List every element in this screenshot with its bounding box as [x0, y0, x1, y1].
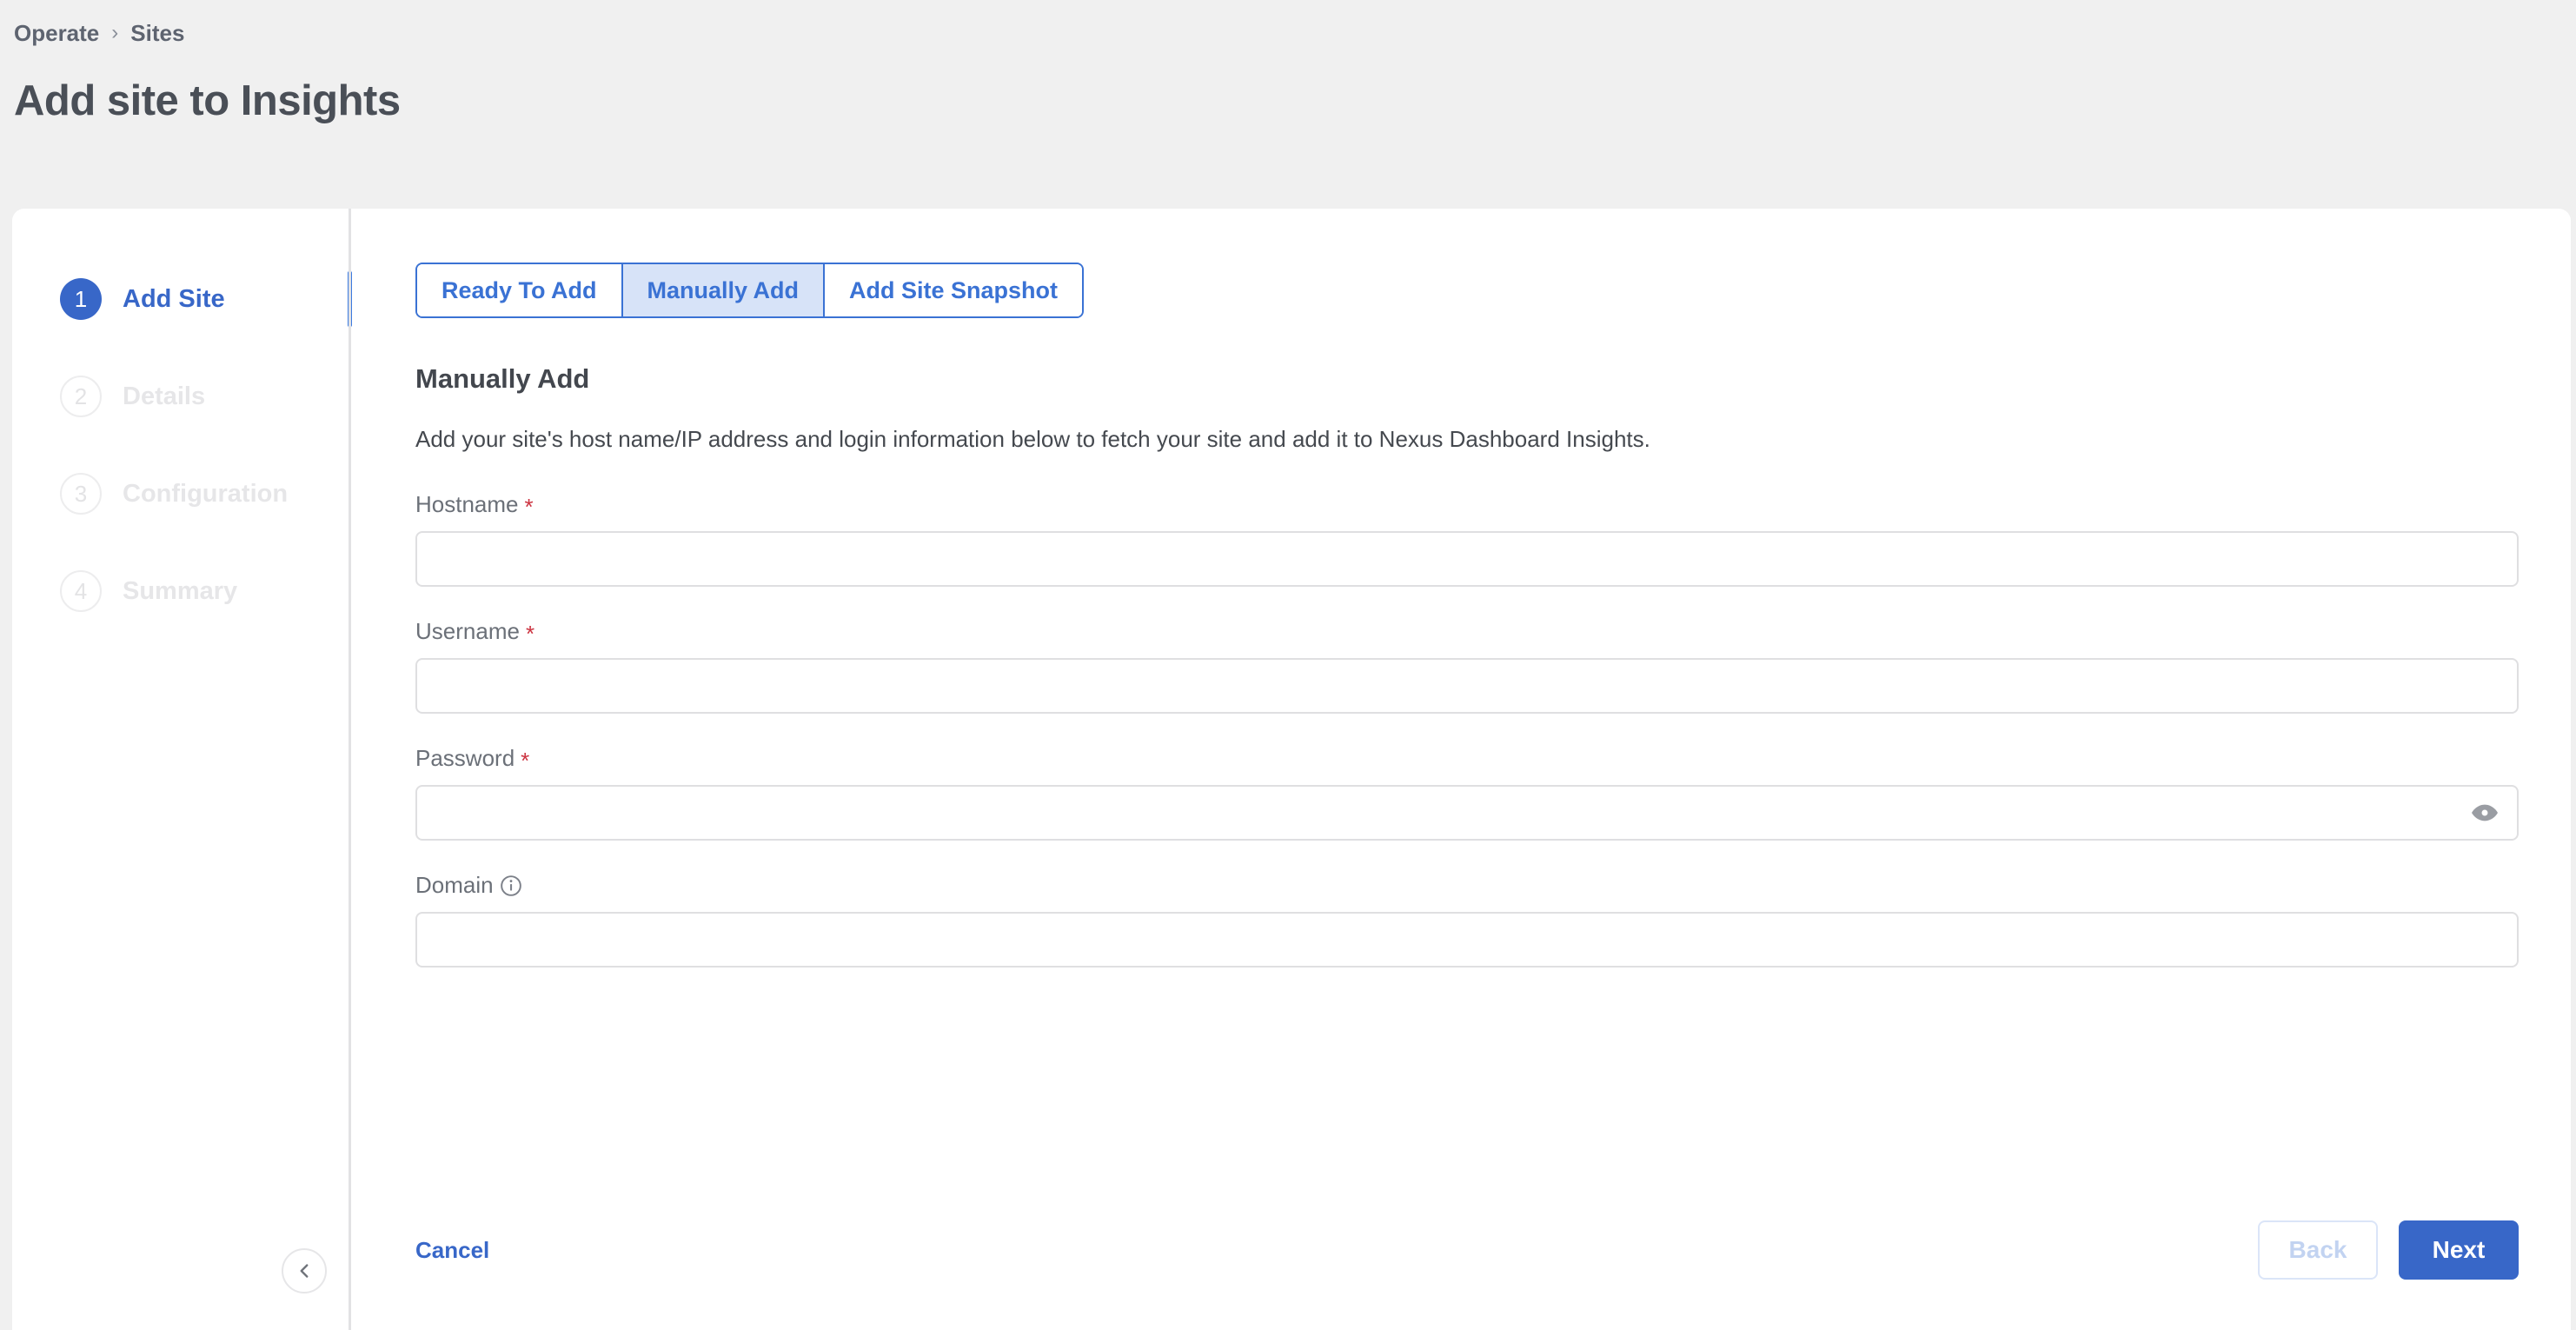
- domain-input[interactable]: [415, 912, 2519, 968]
- breadcrumb: Operate › Sites: [14, 17, 2576, 49]
- section-description: Add your site's host name/IP address and…: [415, 426, 1650, 452]
- username-input[interactable]: [415, 658, 2519, 714]
- sidebar-step-details[interactable]: 2 Details: [12, 365, 351, 428]
- add-method-tab-group: Ready To Add Manually Add Add Site Snaps…: [415, 263, 1085, 318]
- wizard-footer: Cancel Back Next: [351, 1208, 2571, 1330]
- label-password-text: Password: [415, 744, 515, 771]
- hostname-input[interactable]: [415, 531, 2519, 587]
- breadcrumb-item-sites[interactable]: Sites: [130, 20, 184, 47]
- breadcrumb-separator-icon: ›: [111, 21, 119, 44]
- chevron-left-icon: [300, 1264, 309, 1278]
- label-domain: Domain: [415, 870, 2519, 900]
- wizard-card: 1 Add Site 2 Details 3 Configuration 4 S…: [12, 209, 2571, 1330]
- label-username-text: Username: [415, 617, 520, 644]
- required-asterisk-hostname: *: [524, 494, 534, 520]
- step-number-badge-4: 4: [60, 570, 102, 612]
- label-password: Password *: [415, 743, 2519, 773]
- wizard-main-panel: Ready To Add Manually Add Add Site Snaps…: [351, 209, 2571, 1330]
- step-label-add-site: Add Site: [123, 284, 225, 313]
- sidebar-step-add-site[interactable]: 1 Add Site: [12, 268, 352, 330]
- page-header: Operate › Sites Add site to Insights: [0, 0, 2576, 125]
- tab-manually-add[interactable]: Manually Add: [622, 264, 826, 316]
- step-label-summary: Summary: [123, 576, 238, 605]
- sidebar-step-summary[interactable]: 4 Summary: [12, 560, 351, 622]
- cancel-button[interactable]: Cancel: [415, 1237, 489, 1264]
- step-spacer: [12, 330, 351, 365]
- required-asterisk-username: *: [525, 621, 535, 647]
- password-visibility-toggle-button[interactable]: [2470, 798, 2500, 828]
- manually-add-form: Hostname * Username * Password * Domain: [415, 489, 2519, 968]
- step-label-details: Details: [123, 382, 206, 410]
- step-number-badge-2: 2: [60, 376, 102, 417]
- sidebar-step-configuration[interactable]: 3 Configuration: [12, 462, 351, 525]
- info-circle-icon[interactable]: [500, 874, 522, 897]
- step-label-configuration: Configuration: [123, 479, 289, 508]
- label-hostname: Hostname *: [415, 489, 2519, 519]
- page-title: Add site to Insights: [14, 77, 401, 124]
- tab-ready-to-add[interactable]: Ready To Add: [417, 264, 623, 316]
- domain-input-wrapper: [415, 912, 2519, 968]
- step-spacer: [12, 428, 351, 462]
- tab-add-site-snapshot[interactable]: Add Site Snapshot: [825, 264, 1083, 316]
- next-button[interactable]: Next: [2399, 1220, 2519, 1280]
- field-password: Password *: [415, 743, 2519, 841]
- label-username: Username *: [415, 616, 2519, 646]
- eye-icon: [2472, 804, 2498, 821]
- sidebar-collapse-button[interactable]: [282, 1248, 327, 1293]
- step-number-badge-3: 3: [60, 473, 102, 515]
- field-username: Username *: [415, 616, 2519, 714]
- label-hostname-text: Hostname: [415, 490, 519, 517]
- hostname-input-wrapper: [415, 531, 2519, 587]
- required-asterisk-password: *: [521, 748, 530, 774]
- wizard-step-sidebar: 1 Add Site 2 Details 3 Configuration 4 S…: [12, 209, 352, 1330]
- password-input[interactable]: [415, 785, 2519, 841]
- field-hostname: Hostname *: [415, 489, 2519, 587]
- step-spacer: [12, 525, 351, 560]
- section-title: Manually Add: [415, 363, 590, 394]
- step-number-badge-1: 1: [60, 278, 102, 320]
- breadcrumb-item-operate[interactable]: Operate: [14, 20, 99, 47]
- back-button[interactable]: Back: [2258, 1220, 2378, 1280]
- password-input-wrapper: [415, 785, 2519, 841]
- username-input-wrapper: [415, 658, 2519, 714]
- label-domain-text: Domain: [415, 871, 494, 898]
- field-domain: Domain: [415, 870, 2519, 968]
- info-circle-icon-svg: [500, 875, 521, 896]
